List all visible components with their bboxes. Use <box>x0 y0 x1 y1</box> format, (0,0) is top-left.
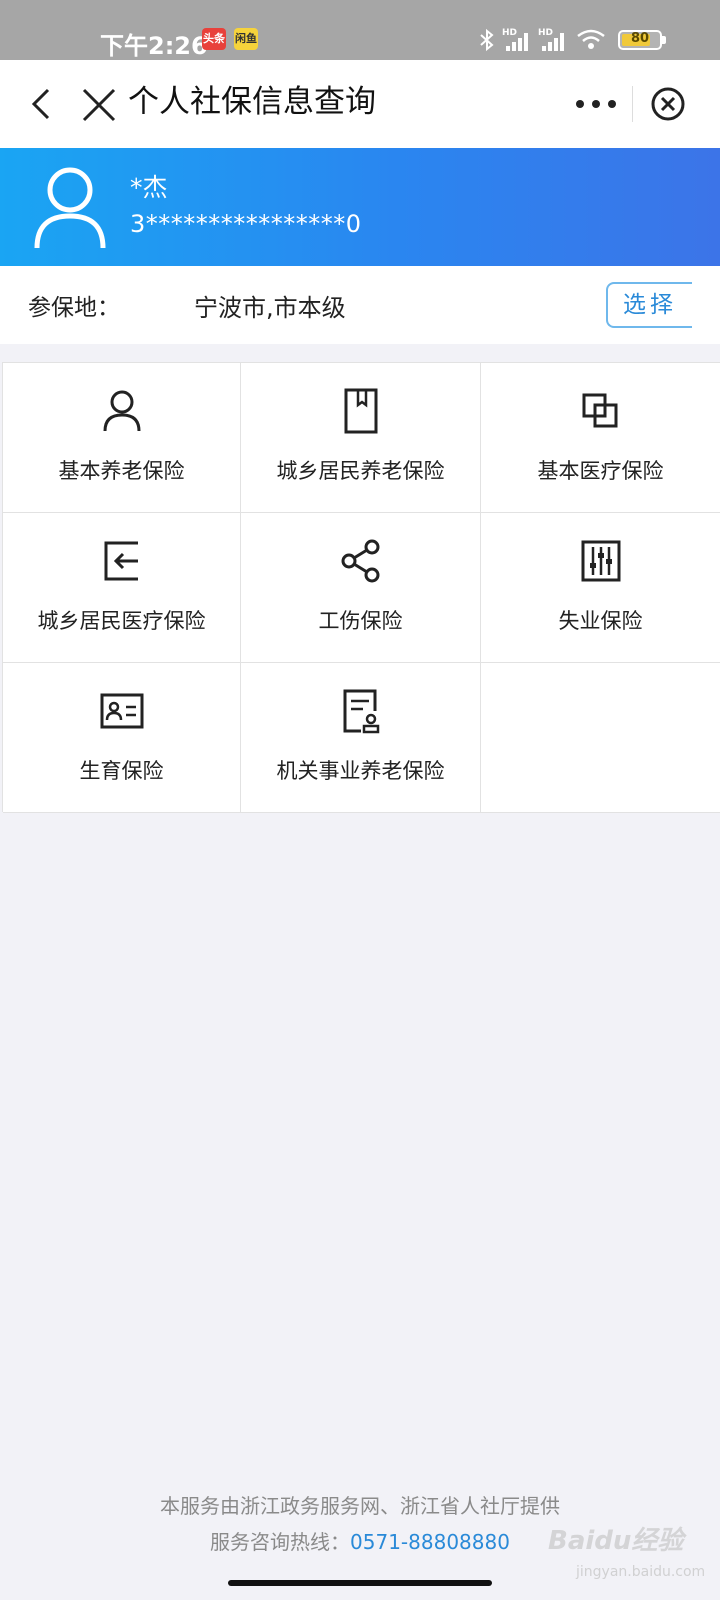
hotline-label: 服务咨询热线： <box>210 1530 351 1554</box>
empty-cell <box>481 663 720 813</box>
hotline-number[interactable]: 0571-88808880 <box>350 1530 510 1554</box>
battery-text: 80 <box>630 31 650 46</box>
close-icon[interactable] <box>80 82 120 126</box>
more-dots-icon[interactable] <box>574 86 618 122</box>
status-bar: 下午2:26 头条 闲鱼 HD HD 80 <box>0 0 720 60</box>
services-grid: 基本养老保险 城乡居民养老保险 基本医疗保险 城乡居民医疗保险 工伤保险 失业保… <box>2 362 720 813</box>
service-label: 基本养老保险 <box>58 459 185 483</box>
signal-icon: HD <box>502 28 528 51</box>
battery-cap <box>662 36 666 44</box>
service-maternity[interactable]: 生育保险 <box>3 663 241 813</box>
service-label: 生育保险 <box>79 759 164 783</box>
status-time: 下午2:26 <box>100 32 208 60</box>
service-basic-pension[interactable]: 基本养老保险 <box>3 363 241 513</box>
service-work-injury[interactable]: 工伤保险 <box>241 513 481 663</box>
id-card-icon <box>100 693 143 729</box>
home-indicator[interactable] <box>228 1580 492 1586</box>
bookmark-book-icon <box>344 388 377 434</box>
nav-divider <box>632 86 633 122</box>
service-rural-medical[interactable]: 城乡居民医疗保险 <box>3 513 241 663</box>
service-basic-medical[interactable]: 基本医疗保险 <box>481 363 720 513</box>
service-unemployment[interactable]: 失业保险 <box>481 513 720 663</box>
chevron-left-icon[interactable] <box>24 82 64 126</box>
service-label: 失业保险 <box>558 609 643 633</box>
avatar-icon <box>34 167 106 249</box>
watermark-url: jingyan.baidu.com <box>576 1564 706 1580</box>
select-location-button[interactable]: 选择 <box>606 282 692 328</box>
circle-close-icon[interactable] <box>648 82 688 126</box>
svg-text:HD: HD <box>502 28 517 38</box>
service-label: 基本医疗保险 <box>537 459 664 483</box>
service-label: 城乡居民养老保险 <box>276 459 445 483</box>
svg-text:HD: HD <box>538 28 553 38</box>
document-person-icon <box>343 689 379 734</box>
user-name: *杰 <box>130 173 168 202</box>
service-provider-text: 本服务由浙江政务服务网、浙江省人社厅提供 <box>160 1494 560 1518</box>
insured-location-row: 参保地： 宁波市,市本级 选择 <box>0 266 720 344</box>
signal-icon-2: HD <box>538 28 564 51</box>
sliders-icon <box>581 540 620 582</box>
page-title: 个人社保信息查询 <box>128 84 376 120</box>
bluetooth-icon <box>480 28 494 52</box>
battery-indicator: 80 <box>618 30 662 50</box>
service-label: 工伤保险 <box>318 609 403 633</box>
service-institution-pension[interactable]: 机关事业养老保险 <box>241 663 481 813</box>
wifi-icon <box>577 29 605 49</box>
location-label: 参保地： <box>28 295 120 321</box>
service-label: 机关事业养老保险 <box>276 759 445 783</box>
secondhand-app-badge: 闲鱼 <box>234 28 258 50</box>
baidu-watermark-logo: Baidu经验 <box>548 1526 684 1556</box>
sign-in-icon <box>104 541 138 581</box>
news-app-badge: 头条 <box>202 28 226 50</box>
overlap-squares-icon <box>582 393 617 428</box>
user-id-number: 3****************0 <box>130 210 362 238</box>
service-rural-pension[interactable]: 城乡居民养老保险 <box>241 363 481 513</box>
nav-bar: 个人社保信息查询 <box>0 60 720 148</box>
share-icon <box>341 539 379 583</box>
user-banner: *杰 3****************0 <box>0 148 720 266</box>
person-icon <box>103 390 140 432</box>
location-value: 宁波市,市本级 <box>194 294 346 322</box>
service-label: 城乡居民医疗保险 <box>37 609 206 633</box>
